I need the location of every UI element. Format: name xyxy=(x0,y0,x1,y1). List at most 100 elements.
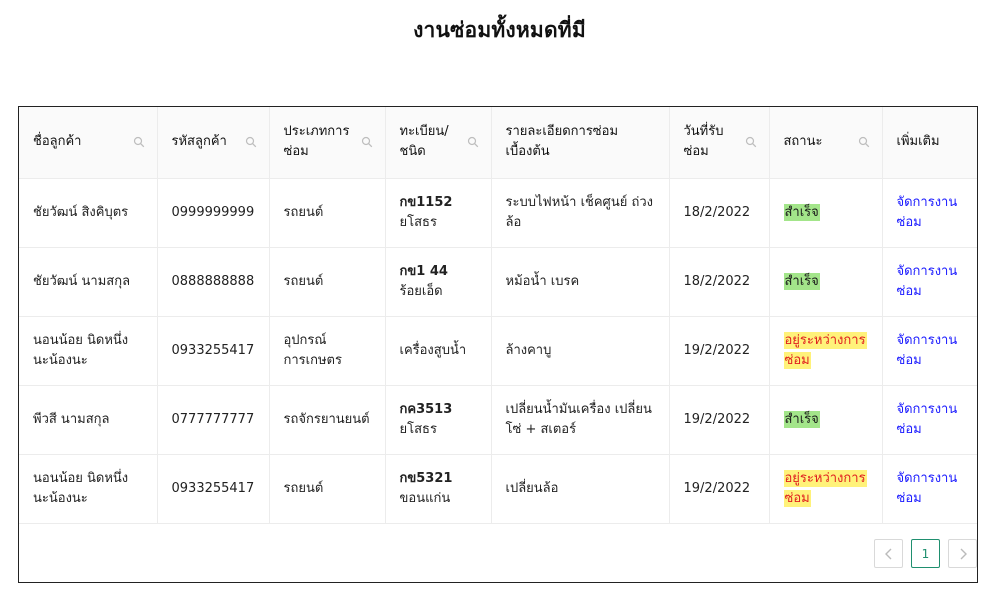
repair-detail: เปลี่ยนล้อ xyxy=(505,480,559,496)
table-cell: กค3513 ยโสธร xyxy=(385,385,492,455)
received-date: 19/2/2022 xyxy=(683,480,751,496)
manage-repair-link[interactable]: จัดการงานซ่อม xyxy=(897,195,958,230)
search-icon[interactable] xyxy=(745,136,757,148)
next-page-button[interactable] xyxy=(948,539,977,568)
received-date: 19/2/2022 xyxy=(683,342,751,358)
table-cell: สำเร็จ xyxy=(769,385,883,455)
customer-code: 0888888888 xyxy=(171,273,255,289)
table-row: ชัยวัฒน์ สิงคิบุตร 0999999999 รถยนต์ กข1152… xyxy=(19,178,977,248)
column-header: สถานะ xyxy=(769,107,883,179)
table-cell: อยู่ระหว่างการซ่อม xyxy=(769,454,883,524)
column-header: ประเภทการซ่อม xyxy=(269,107,386,179)
table-cell: 19/2/2022 xyxy=(669,316,770,386)
received-date: 18/2/2022 xyxy=(683,273,751,289)
customer-code: 0933255417 xyxy=(171,480,255,496)
received-date: 18/2/2022 xyxy=(683,204,751,220)
table-cell: สำเร็จ xyxy=(769,178,883,248)
table-row: พีวสี นามสกุล 0777777777 รถจักรยานยนต์ กค35… xyxy=(19,385,977,455)
repair-detail: ล้างคาบู xyxy=(505,342,552,358)
table-cell: ชัยวัฒน์ สิงคิบุตร xyxy=(19,178,158,248)
table-cell: นอนน้อย นิดหนึ่งนะน้องนะ xyxy=(19,454,158,524)
search-icon[interactable] xyxy=(361,136,373,148)
table-cell: 0999999999 xyxy=(157,178,270,248)
table-cell: กข1152 ยโสธร xyxy=(385,178,492,248)
customer-name: พีวสี นามสกุล xyxy=(33,411,110,427)
plate-province: ยโสธร xyxy=(399,214,437,230)
table-cell: จัดการงานซ่อม xyxy=(882,385,977,455)
table-cell: อยู่ระหว่างการซ่อม xyxy=(769,316,883,386)
repair-type: รถยนต์ xyxy=(283,480,324,496)
chevron-left-icon xyxy=(884,548,891,559)
manage-repair-link[interactable]: จัดการงานซ่อม xyxy=(897,264,958,299)
plate-province: ร้อยเอ็ด xyxy=(399,283,443,299)
column-header-label: ประเภทการซ่อม xyxy=(283,124,350,160)
repair-detail: เปลี่ยนน้ำมันเครื่อง เปลี่ยนโซ่ + สเตอร์ xyxy=(505,401,652,437)
status-badge: อยู่ระหว่างการซ่อม xyxy=(783,331,867,369)
table-cell: ล้างคาบู xyxy=(491,316,670,386)
manage-repair-link[interactable]: จัดการงานซ่อม xyxy=(897,471,958,506)
table-row: ชัยวัฒน์ นามสกุล 0888888888 รถยนต์ กข1 44 ร้… xyxy=(19,247,977,317)
customer-name: ชัยวัฒน์ นามสกุล xyxy=(33,273,131,289)
table-cell: จัดการงานซ่อม xyxy=(882,247,977,317)
column-header: รหัสลูกค้า xyxy=(157,107,270,179)
repair-detail: ระบบไฟหน้า เช็คศูนย์ ถ่วงล้อ xyxy=(505,194,653,230)
column-header: ทะเบียน/ชนิด xyxy=(385,107,492,179)
table-row: นอนน้อย นิดหนึ่งนะน้องนะ 0933255417 รถยนต์… xyxy=(19,454,977,524)
plate-number: กข5321 xyxy=(399,470,453,486)
table-cell: เครื่องสูบน้ำ xyxy=(385,316,492,386)
table-cell: อุปกรณ์การเกษตร xyxy=(269,316,386,386)
received-date: 19/2/2022 xyxy=(683,411,751,427)
page-button-1[interactable]: 1 xyxy=(911,539,940,568)
table-cell: จัดการงานซ่อม xyxy=(882,178,977,248)
table-cell: เปลี่ยนล้อ xyxy=(491,454,670,524)
plate-province: ขอนแก่น xyxy=(399,490,451,506)
customer-code: 0999999999 xyxy=(171,204,255,220)
column-header-label: รายละเอียดการซ่อมเบื้องต้น xyxy=(505,124,619,160)
table-cell: พีวสี นามสกุล xyxy=(19,385,158,455)
repair-type: รถยนต์ xyxy=(283,273,324,289)
column-header: เพิ่มเติม xyxy=(882,107,977,179)
column-header: รายละเอียดการซ่อมเบื้องต้น xyxy=(491,107,670,179)
plate-province: เครื่องสูบน้ำ xyxy=(399,342,467,358)
table-cell: รถยนต์ xyxy=(269,178,386,248)
status-badge: สำเร็จ xyxy=(783,272,820,290)
search-icon[interactable] xyxy=(467,136,479,148)
table-cell: ชัยวัฒน์ นามสกุล xyxy=(19,247,158,317)
repair-type: รถยนต์ xyxy=(283,204,324,220)
customer-code: 0777777777 xyxy=(171,411,255,427)
page-title: งานซ่อมทั้งหมดที่มี xyxy=(413,18,586,42)
table-cell: 0888888888 xyxy=(157,247,270,317)
manage-repair-link[interactable]: จัดการงานซ่อม xyxy=(897,333,958,368)
table-cell: 0933255417 xyxy=(157,316,270,386)
table-header-row: ชื่อลูกค้า รหัสลูกค้า ประเภทการซ่อม ทะเบียน… xyxy=(19,107,977,179)
search-icon[interactable] xyxy=(245,136,257,148)
table-cell: 0777777777 xyxy=(157,385,270,455)
table-cell: กข5321 ขอนแก่น xyxy=(385,454,492,524)
repair-type: อุปกรณ์การเกษตร xyxy=(283,332,342,368)
plate-number: กข1152 xyxy=(399,194,453,210)
prev-page-button[interactable] xyxy=(874,539,903,568)
plate-number: กข1 44 xyxy=(399,263,448,279)
table-cell: 19/2/2022 xyxy=(669,385,770,455)
table-cell: นอนน้อย นิดหนึ่งนะน้องนะ xyxy=(19,316,158,386)
column-header: วันที่รับซ่อม xyxy=(669,107,770,179)
manage-repair-link[interactable]: จัดการงานซ่อม xyxy=(897,402,958,437)
customer-name: ชัยวัฒน์ สิงคิบุตร xyxy=(33,204,129,220)
chevron-right-icon xyxy=(960,548,967,559)
customer-name: นอนน้อย นิดหนึ่งนะน้องนะ xyxy=(33,332,129,368)
customer-name: นอนน้อย นิดหนึ่งนะน้องนะ xyxy=(33,470,129,506)
search-icon[interactable] xyxy=(858,136,870,148)
table-cell: รถยนต์ xyxy=(269,247,386,317)
table-cell: รถยนต์ xyxy=(269,454,386,524)
table-cell: จัดการงานซ่อม xyxy=(882,316,977,386)
repair-jobs-table: ชื่อลูกค้า รหัสลูกค้า ประเภทการซ่อม ทะเบียน… xyxy=(18,106,978,583)
table-cell: จัดการงานซ่อม xyxy=(882,454,977,524)
table-cell: 18/2/2022 xyxy=(669,178,770,248)
search-icon[interactable] xyxy=(133,136,145,148)
column-header-label: ชื่อลูกค้า xyxy=(33,134,82,150)
customer-code: 0933255417 xyxy=(171,342,255,358)
table-cell: รถจักรยานยนต์ xyxy=(269,385,386,455)
column-header-label: เพิ่มเติม xyxy=(896,134,940,150)
repair-type: รถจักรยานยนต์ xyxy=(283,411,370,427)
column-header: ชื่อลูกค้า xyxy=(19,107,158,179)
